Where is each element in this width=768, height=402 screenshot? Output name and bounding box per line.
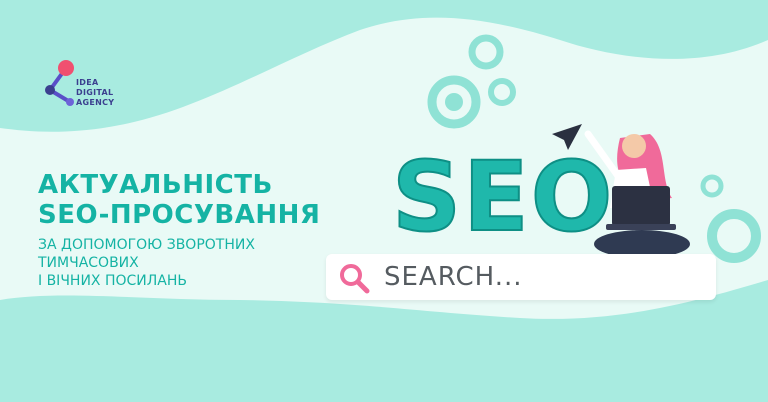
brand-line-2: DIGITAL: [76, 88, 114, 97]
gear-icon: [700, 174, 724, 198]
subheadline-line-3: І ВІЧНИХ ПОСИЛАНЬ: [38, 273, 187, 289]
brand-line-3: AGENCY: [76, 98, 115, 107]
subheadline-line-2: ТИМЧАСОВИХ: [38, 255, 139, 271]
headline-line-2: SEO-ПРОСУВАННЯ: [38, 200, 321, 230]
brand-line-1: IDEA: [76, 78, 99, 87]
gear-icon: [488, 78, 516, 106]
gear-icon: [427, 75, 481, 129]
search-bar[interactable]: SEARCH...: [326, 254, 716, 300]
gear-icon: [468, 34, 504, 70]
search-icon: [340, 264, 370, 294]
gear-icon: [707, 209, 761, 263]
subheadline-line-1: ЗА ДОПОМОГОЮ ЗВОРОТНИХ: [38, 237, 255, 253]
headline: АКТУАЛЬНІСТЬ SEO-ПРОСУВАННЯ: [38, 170, 320, 230]
seo-word: SEO: [392, 141, 614, 253]
brand-name: IDEA DIGITAL AGENCY: [76, 78, 114, 108]
search-text: SEARCH...: [384, 262, 523, 292]
subheadline: ЗА ДОПОМОГОЮ ЗВОРОТНИХ ТИМЧАСОВИХ І ВІЧН…: [38, 236, 255, 290]
headline-line-1: АКТУАЛЬНІСТЬ: [38, 170, 273, 200]
